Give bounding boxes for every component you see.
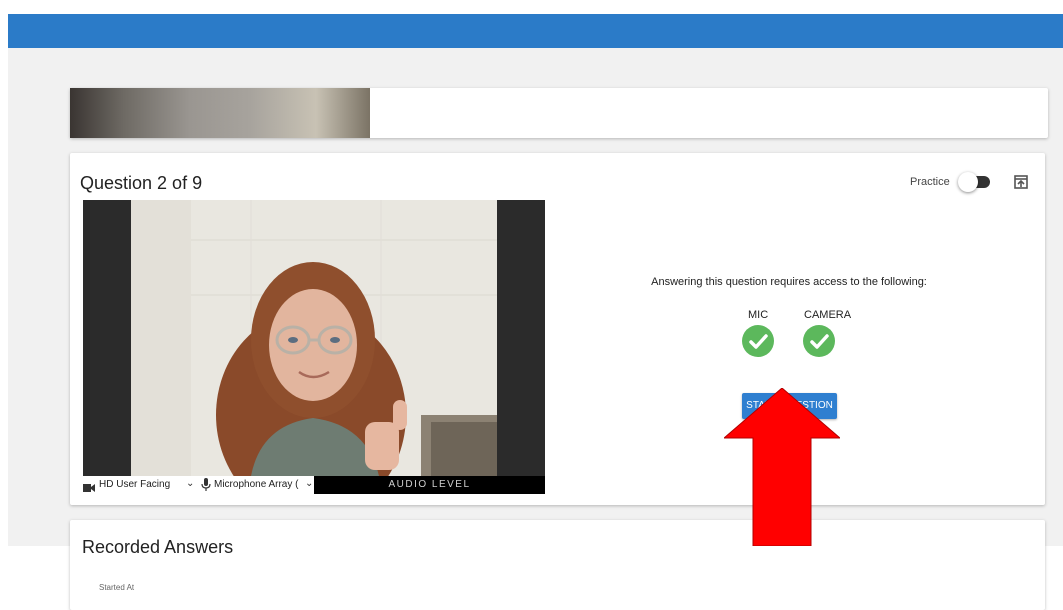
question-title: Question 2 of 9: [80, 173, 203, 193]
camera-permission-label: CAMERA: [804, 309, 852, 321]
export-icon[interactable]: [1013, 174, 1029, 190]
chevron-down-icon[interactable]: ⌄: [186, 478, 194, 489]
video-preview: [83, 200, 545, 476]
check-icon: [803, 325, 835, 357]
video-controls: HD User Facing ⌄ Microphone Array ( ⌄ AU…: [83, 476, 545, 494]
audio-level-meter: AUDIO LEVEL: [314, 476, 545, 494]
red-arrow-annotation: [724, 388, 840, 546]
recorded-answers-card: Recorded Answers Started At: [70, 520, 1045, 610]
question-card: Question 2 of 9 Practice HD User Facing …: [70, 153, 1045, 505]
practice-label: Practice: [910, 176, 950, 188]
webcam-image: [131, 200, 497, 476]
microphone-icon: [201, 478, 211, 492]
left-margin: [0, 14, 8, 546]
practice-toggle-knob: [958, 172, 978, 192]
recorded-answers-title: Recorded Answers: [82, 537, 234, 557]
permissions-description: Answering this question requires access …: [651, 276, 927, 288]
top-strip: [0, 0, 1063, 14]
page-background: Question 2 of 9 Practice HD User Facing …: [8, 48, 1063, 610]
webcam-feed: [131, 200, 497, 476]
previous-video-thumbnail: [70, 88, 370, 138]
practice-toggle[interactable]: [958, 172, 992, 192]
camera-select[interactable]: HD User Facing: [99, 479, 170, 490]
camera-icon: [83, 480, 95, 492]
chevron-down-icon[interactable]: ⌄: [305, 478, 313, 489]
check-icon: [742, 325, 774, 357]
app-header-bar: [8, 14, 1063, 48]
started-at-column-header: Started At: [99, 583, 135, 592]
microphone-select[interactable]: Microphone Array (: [214, 479, 306, 490]
mic-permission-label: MIC: [748, 309, 769, 321]
previous-card: [70, 88, 1048, 138]
